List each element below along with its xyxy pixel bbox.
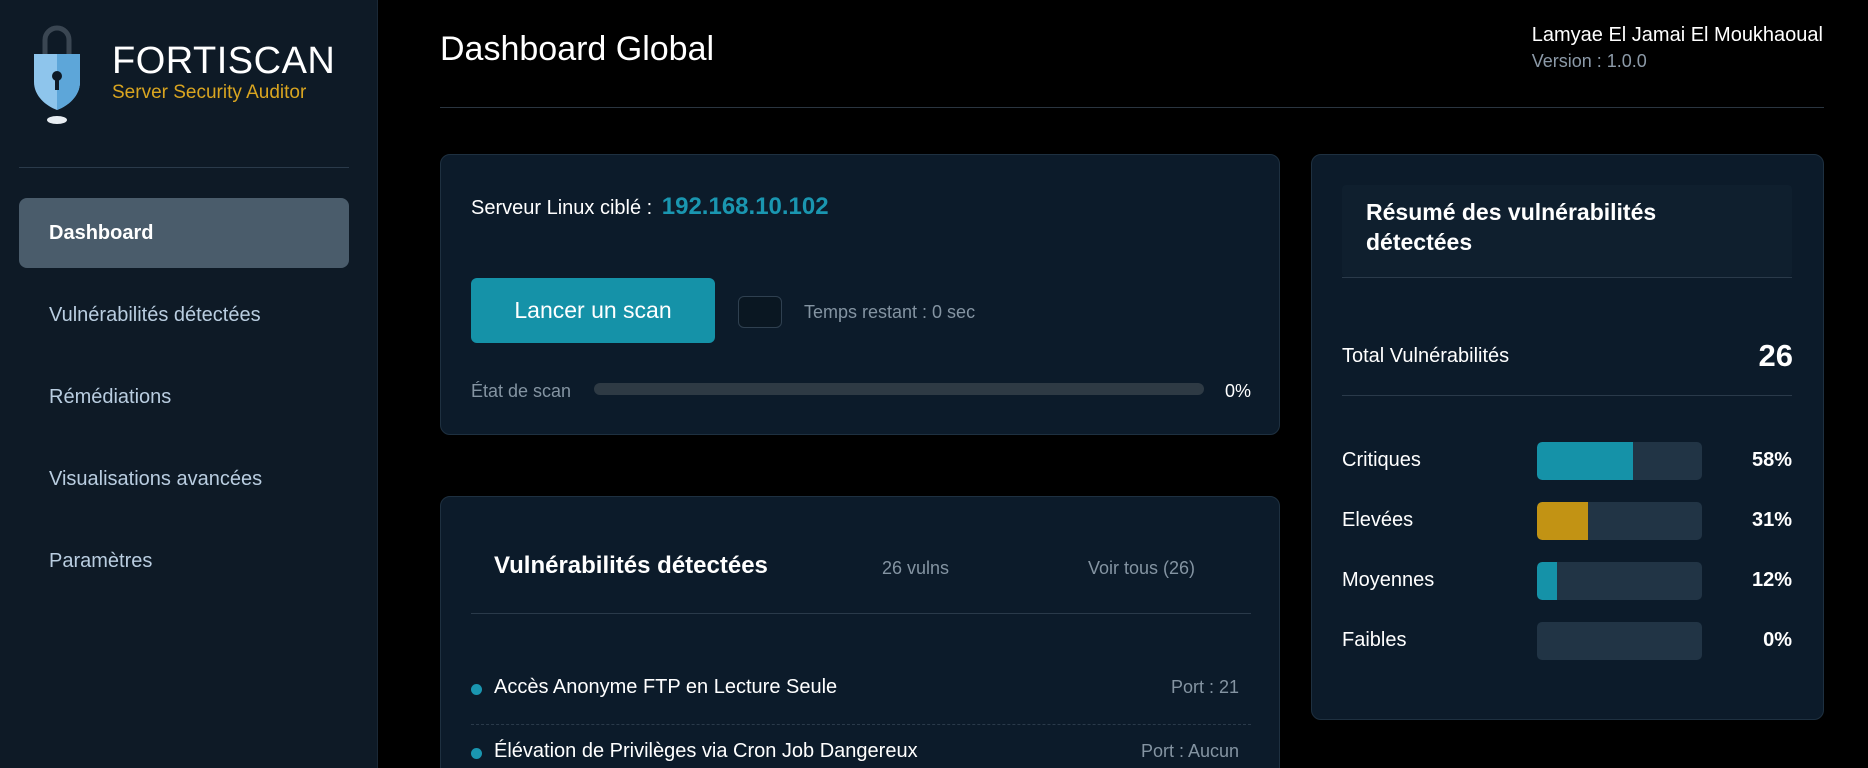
sidebar-divider	[19, 167, 349, 168]
severity-bar-fill	[1537, 442, 1633, 480]
severity-bar	[1537, 562, 1702, 600]
app-version: Version : 1.0.0	[1531, 51, 1647, 71]
scan-progress-percent: 0%	[1225, 381, 1252, 401]
sidebar: FORTISCAN Server Security Auditor Dashbo…	[0, 0, 378, 768]
bullet-dot-icon	[471, 684, 482, 695]
scan-state-label: État de scan	[471, 381, 572, 401]
brand-subtitle: Server Security Auditor	[112, 82, 307, 103]
target-label: Serveur Linux ciblé :	[471, 197, 653, 219]
user-name: Lamyae El Jamai El Moukhaoual	[1531, 24, 1823, 46]
scan-progress-bar	[594, 383, 1204, 395]
time-remaining: Temps restant : 0 sec	[804, 302, 976, 322]
total-vulnerabilities-value: 26	[1758, 338, 1793, 373]
total-vulnerabilities-label: Total Vulnérabilités	[1342, 345, 1510, 367]
launch-scan-button[interactable]: Lancer un scan	[471, 278, 715, 343]
vulnerability-name: Accès Anonyme FTP en Lecture Seule	[494, 676, 838, 698]
severity-label: Elevées	[1342, 509, 1414, 531]
target-ip: 192.168.10.102	[661, 193, 829, 220]
severity-percent: 58%	[1751, 449, 1792, 471]
page-title: Dashboard Global	[440, 30, 715, 68]
summary-header: Résumé des vulnérabilités détectées	[1342, 185, 1792, 277]
scan-option-box[interactable]	[738, 296, 782, 328]
severity-label: Moyennes	[1342, 569, 1435, 591]
vulnerability-name: Élévation de Privilèges via Cron Job Dan…	[494, 740, 918, 762]
summary-divider	[1342, 277, 1792, 278]
vulnerability-port: Port : 21	[1170, 677, 1239, 697]
user-info: Lamyae El Jamai El Moukhaoual Version : …	[1532, 24, 1823, 72]
summary-card: Résumé des vulnérabilités détectées Tota…	[1311, 154, 1824, 720]
severity-bar-fill	[1537, 502, 1589, 540]
vulnerability-port: Port : Aucun	[1140, 741, 1239, 761]
severity-bar-fill	[1537, 562, 1557, 600]
header-divider	[440, 107, 1824, 108]
summary-divider	[1342, 395, 1792, 396]
brand-name: FORTISCAN	[112, 40, 336, 82]
vulnerabilities-title: Vulnérabilités détectées	[494, 552, 768, 579]
severity-bar	[1537, 502, 1702, 540]
sidebar-item-dashboard[interactable]: Dashboard	[19, 198, 349, 268]
summary-title: Résumé des vulnérabilités détectées	[1366, 199, 1657, 255]
severity-bar	[1537, 442, 1702, 480]
lock-shield-icon	[28, 24, 86, 124]
severity-row-medium: Moyennes 12%	[1342, 562, 1792, 600]
scan-card: Serveur Linux ciblé : 192.168.10.102 Lan…	[440, 154, 1280, 435]
vulnerabilities-divider	[471, 613, 1251, 614]
sidebar-item-settings[interactable]: Paramètres	[19, 526, 349, 596]
vulnerability-row[interactable]: Accès Anonyme FTP en Lecture Seule Port …	[471, 665, 1251, 725]
sidebar-item-remediations[interactable]: Rémédiations	[19, 362, 349, 432]
sidebar-item-vulnerabilities[interactable]: Vulnérabilités détectées	[19, 280, 349, 350]
severity-row-high: Elevées 31%	[1342, 502, 1792, 540]
vulnerabilities-card: Vulnérabilités détectées 26 vulns Voir t…	[440, 496, 1280, 768]
severity-row-critical: Critiques 58%	[1342, 442, 1792, 480]
severity-percent: 12%	[1751, 569, 1792, 591]
sidebar-nav: Dashboard Vulnérabilités détectées Réméd…	[19, 198, 349, 608]
brand-logo[interactable]: FORTISCAN Server Security Auditor	[28, 24, 335, 124]
severity-bar	[1537, 622, 1702, 660]
see-all-link[interactable]: Voir tous (26)	[1088, 558, 1195, 579]
severity-row-low: Faibles 0%	[1342, 622, 1792, 660]
vulnerabilities-count: 26 vulns	[882, 558, 950, 578]
severity-label: Faibles	[1342, 629, 1407, 651]
bullet-dot-icon	[471, 748, 482, 759]
sidebar-item-visualisations[interactable]: Visualisations avancées	[19, 444, 349, 514]
severity-percent: 0%	[1763, 629, 1792, 651]
target-server: Serveur Linux ciblé : 192.168.10.102	[471, 193, 829, 221]
severity-percent: 31%	[1751, 509, 1792, 531]
vulnerability-row[interactable]: Élévation de Privilèges via Cron Job Dan…	[471, 729, 1251, 768]
severity-label: Critiques	[1342, 449, 1421, 471]
